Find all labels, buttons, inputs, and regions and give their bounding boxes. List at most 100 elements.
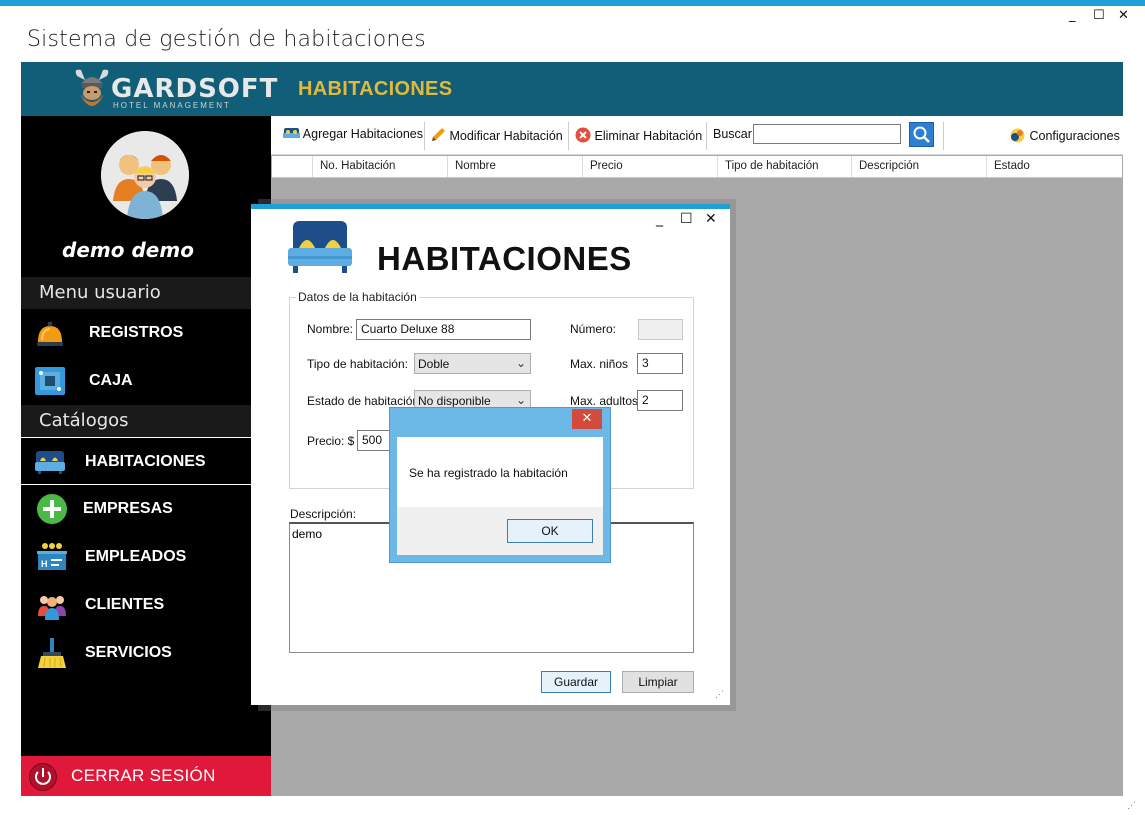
dialog-minimize-button[interactable]: _ (656, 211, 663, 227)
delete-room-label: Eliminar Habitación (594, 129, 703, 143)
bed-add-icon (283, 128, 300, 138)
save-button[interactable]: Guardar (541, 671, 611, 693)
max-adults-field[interactable]: 2 (637, 390, 683, 411)
toolbar-divider (943, 122, 944, 150)
plus-circle-icon (37, 494, 67, 524)
dialog-maximize-button[interactable]: ☐ (680, 211, 693, 227)
avatar (101, 131, 189, 219)
room-type-label: Tipo de habitación: (307, 357, 408, 371)
number-label: Número: (570, 322, 617, 336)
reception-desk-icon: H (37, 543, 67, 570)
logout-button[interactable]: CERRAR SESIÓN (21, 756, 271, 796)
room-type-value: Doble (418, 357, 450, 371)
toolbar-divider (424, 122, 425, 150)
bell-icon (37, 321, 63, 346)
room-data-group-label: Datos de la habitación (296, 290, 419, 304)
grid-column-numero[interactable]: No. Habitación (320, 160, 395, 172)
sidebar-item-servicios[interactable]: SERVICIOS (21, 630, 271, 676)
grid-column-tipo[interactable]: Tipo de habitación (725, 160, 819, 172)
section-user-menu: Menu usuario (21, 277, 271, 309)
grid-column-divider (717, 156, 718, 177)
add-room-label: Agregar Habitaciones (302, 127, 424, 141)
clear-button[interactable]: Limpiar (622, 671, 694, 693)
message-text: Se ha registrado la habitación (409, 466, 568, 480)
close-button[interactable]: ✕ (1118, 8, 1129, 23)
chevron-down-icon: ⌄ (515, 356, 526, 370)
sidebar-item-label: EMPLEADOS (85, 548, 187, 565)
room-type-select[interactable]: Doble ⌄ (414, 353, 531, 374)
bed-icon (35, 451, 65, 474)
resize-grip-icon[interactable]: ⋰ (715, 689, 724, 700)
power-icon (29, 763, 57, 791)
window-accent-bar (0, 0, 1145, 6)
max-children-field[interactable]: 3 (637, 353, 683, 374)
message-box-close-button[interactable]: ✕ (572, 409, 602, 429)
section-catalogs: Catálogos (21, 405, 271, 437)
room-status-label: Estado de habitación: (307, 394, 423, 408)
grid-column-divider (986, 156, 987, 177)
grid-column-divider (851, 156, 852, 177)
sidebar-item-caja[interactable]: CAJA (21, 358, 271, 404)
window-resize-grip-icon[interactable]: ⋰ (1127, 800, 1136, 811)
chevron-down-icon: ⌄ (515, 393, 526, 407)
sidebar-item-clientes[interactable]: CLIENTES (21, 582, 271, 628)
settings-button[interactable]: Configuraciones (1009, 127, 1120, 144)
brand-tagline: HOTEL MANAGEMENT (113, 101, 231, 110)
ok-button[interactable]: OK (507, 519, 593, 543)
edit-room-label: Modificar Habitación (449, 129, 563, 143)
search-button[interactable] (909, 122, 934, 147)
toolbar-divider (706, 122, 707, 150)
grid-column-divider (447, 156, 448, 177)
cash-register-icon (35, 367, 65, 395)
page-title: HABITACIONES (298, 78, 453, 100)
number-field[interactable] (638, 319, 683, 340)
grid-column-divider (582, 156, 583, 177)
room-status-value: No disponible (418, 394, 491, 408)
search-input[interactable] (753, 124, 901, 144)
grid-column-precio[interactable]: Precio (590, 160, 623, 172)
user-group-icon (101, 131, 189, 219)
users-icon (38, 596, 66, 620)
description-label: Descripción: (290, 507, 357, 521)
svg-text:H: H (41, 559, 48, 569)
search-label: Buscar (713, 127, 752, 141)
delete-circle-icon (575, 127, 591, 143)
delete-room-button[interactable]: Eliminar Habitación (575, 127, 702, 143)
grid-column-estado[interactable]: Estado (994, 160, 1030, 172)
minimize-button[interactable]: _ (1069, 8, 1076, 23)
sidebar-item-label: HABITACIONES (85, 453, 206, 470)
toolbar-divider (568, 122, 569, 150)
logout-label: CERRAR SESIÓN (71, 766, 216, 785)
add-room-button[interactable]: Agregar Habitaciones (283, 127, 423, 141)
price-label: Precio: $ (307, 434, 355, 448)
dialog-close-button[interactable]: ✕ (705, 211, 717, 227)
search-icon (913, 126, 930, 143)
sidebar-item-empresas[interactable]: EMPRESAS (21, 486, 271, 532)
maximize-button[interactable]: ☐ (1093, 8, 1105, 23)
grid-column-divider (312, 156, 313, 177)
pencil-icon (432, 128, 445, 141)
max-adults-label: Max. adultos (570, 394, 639, 408)
window-title: Sistema de gestión de habitaciones (27, 27, 426, 52)
sidebar-item-label: SERVICIOS (85, 644, 172, 661)
sidebar-item-empleados[interactable]: H EMPLEADOS (21, 534, 271, 580)
viking-logo-icon (75, 69, 109, 106)
sidebar-item-label: EMPRESAS (83, 500, 173, 517)
sidebar-item-habitaciones[interactable]: HABITACIONES (21, 437, 271, 485)
name-field[interactable]: Cuarto Deluxe 88 (356, 319, 531, 340)
grid-column-nombre[interactable]: Nombre (455, 160, 496, 172)
max-children-label: Max. niños (570, 357, 629, 371)
sidebar-item-label: CAJA (89, 372, 133, 389)
sidebar-item-label: REGISTROS (89, 324, 184, 341)
settings-label: Configuraciones (1029, 129, 1120, 143)
brand-name: GARDSOFT (111, 74, 279, 104)
edit-room-button[interactable]: Modificar Habitación (430, 127, 563, 143)
settings-icon (1010, 128, 1025, 143)
name-label: Nombre: (307, 322, 354, 336)
username: demo demo (62, 238, 194, 262)
dialog-title: HABITACIONES (377, 240, 632, 277)
sidebar-item-registros[interactable]: REGISTROS (21, 310, 271, 356)
broom-icon (38, 638, 66, 668)
sidebar-item-label: CLIENTES (85, 596, 165, 613)
grid-column-descripcion[interactable]: Descripción (859, 160, 919, 172)
